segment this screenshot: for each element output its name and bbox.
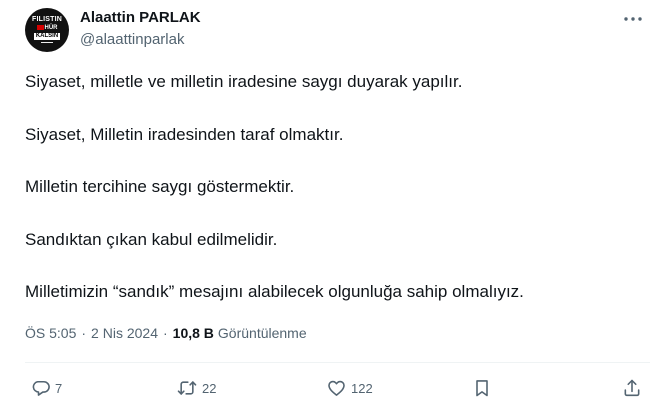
author-display-name[interactable]: Alaattin PARLAK: [80, 9, 201, 26]
avatar-text-bottom: KALSIN: [33, 32, 61, 40]
flag-icon: [36, 25, 44, 30]
more-options-button[interactable]: [622, 12, 644, 26]
bookmark-button[interactable]: [472, 375, 492, 401]
retweet-icon: [177, 381, 197, 395]
heart-icon: [328, 380, 345, 396]
tweet-line: Sandıktan çıkan kabul edilmelidir.: [25, 230, 278, 249]
meta-separator: ·: [162, 325, 168, 341]
author-handle[interactable]: @alaattinparlak: [80, 31, 184, 48]
avatar-text-top: FILISTIN: [32, 15, 62, 23]
retweet-count: 22: [202, 380, 217, 396]
tweet-line: Milletin tercihine saygı göstermektir.: [25, 177, 295, 196]
views-label: Görüntülenme: [217, 325, 307, 341]
like-button[interactable]: 122: [326, 375, 373, 401]
views-count: 10,8 B: [172, 325, 214, 341]
avatar-text-middle: HÜR: [44, 24, 58, 31]
tweet-line: Siyaset, Milletin iradesinden taraf olma…: [25, 125, 344, 144]
tweet-line: Siyaset, milletle ve milletin iradesine …: [25, 72, 463, 91]
tweet-meta: ÖS 5:05 · 2 Nis 2024 · 10,8 B Görüntülen…: [25, 325, 307, 341]
like-count: 122: [351, 380, 373, 396]
more-horizontal-icon: [624, 17, 642, 21]
action-bar: 7 22 122: [0, 375, 664, 401]
share-button[interactable]: [622, 375, 642, 401]
divider: [25, 362, 650, 363]
avatar-flag-row: HÜR: [36, 24, 58, 32]
meta-separator: ·: [81, 325, 87, 341]
tweet-time[interactable]: ÖS 5:05: [25, 325, 76, 341]
reply-button[interactable]: 7: [31, 375, 62, 401]
retweet-button[interactable]: 22: [176, 375, 216, 401]
reply-count: 7: [55, 380, 63, 396]
avatar-decoration: ▬▬▬▬: [41, 39, 53, 44]
bookmark-icon: [476, 380, 488, 397]
share-icon: [624, 379, 640, 397]
tweet-line: Milletimizin “sandık” mesajını alabilece…: [25, 282, 524, 301]
tweet-date[interactable]: 2 Nis 2024: [91, 325, 158, 341]
avatar[interactable]: FILISTIN HÜR KALSIN ▬▬▬▬: [25, 8, 69, 52]
reply-icon: [32, 380, 50, 396]
